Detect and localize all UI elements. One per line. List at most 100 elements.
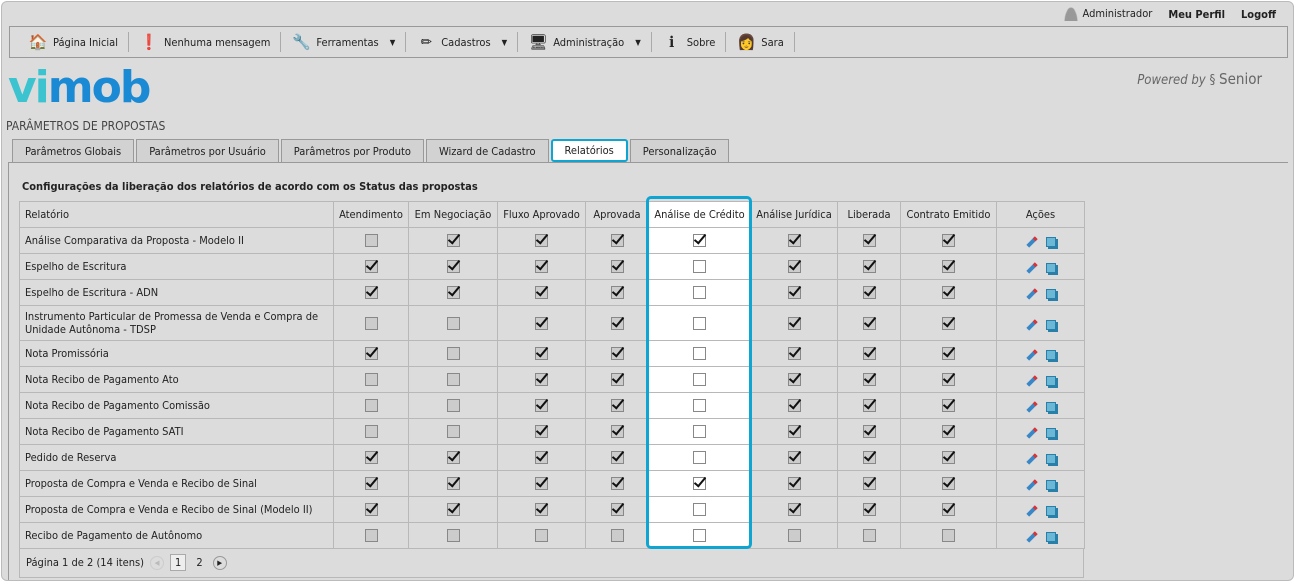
checkbox-checked[interactable] bbox=[787, 503, 801, 517]
checkbox-checked[interactable] bbox=[787, 286, 801, 300]
checkbox-checked[interactable] bbox=[942, 477, 955, 491]
checkbox-checked[interactable] bbox=[862, 373, 876, 387]
checkbox-checked[interactable] bbox=[364, 451, 378, 465]
checkbox-checked[interactable] bbox=[535, 477, 548, 491]
checkbox-unchecked[interactable] bbox=[693, 425, 706, 439]
checkbox-unchecked[interactable] bbox=[610, 529, 624, 543]
toolbar-item-sara[interactable]: 👩 Sara bbox=[726, 32, 795, 52]
page-2-button[interactable]: 2 bbox=[192, 555, 206, 570]
checkbox-checked[interactable] bbox=[942, 347, 955, 361]
edit-pencil-icon[interactable] bbox=[1025, 349, 1038, 361]
checkbox-checked[interactable] bbox=[942, 399, 955, 413]
checkbox-checked[interactable] bbox=[942, 503, 955, 517]
checkbox-unchecked[interactable] bbox=[693, 260, 706, 274]
checkbox-unchecked[interactable] bbox=[446, 425, 460, 439]
duplicate-icon[interactable] bbox=[1045, 480, 1056, 490]
toolbar-item-sobre[interactable]: ℹ Sobre bbox=[652, 32, 727, 52]
checkbox-unchecked[interactable] bbox=[942, 529, 955, 543]
duplicate-icon[interactable] bbox=[1045, 289, 1056, 299]
checkbox-checked[interactable] bbox=[942, 286, 955, 300]
duplicate-icon[interactable] bbox=[1045, 402, 1056, 412]
prev-page-button[interactable]: ◀ bbox=[150, 555, 165, 570]
tab-2[interactable]: Parâmetros por Produto bbox=[280, 139, 424, 162]
checkbox-checked[interactable] bbox=[610, 503, 624, 517]
edit-pencil-icon[interactable] bbox=[1025, 505, 1038, 517]
checkbox-unchecked[interactable] bbox=[693, 399, 706, 413]
checkbox-checked[interactable] bbox=[787, 316, 801, 330]
checkbox-unchecked[interactable] bbox=[364, 529, 378, 543]
edit-pencil-icon[interactable] bbox=[1025, 262, 1038, 274]
checkbox-unchecked[interactable] bbox=[693, 503, 706, 517]
duplicate-icon[interactable] bbox=[1045, 454, 1056, 464]
checkbox-checked[interactable] bbox=[862, 477, 876, 491]
checkbox-checked[interactable] bbox=[787, 260, 801, 274]
checkbox-unchecked[interactable] bbox=[364, 316, 378, 330]
checkbox-checked[interactable] bbox=[535, 503, 548, 517]
edit-pencil-icon[interactable] bbox=[1025, 288, 1038, 300]
duplicate-icon[interactable] bbox=[1045, 532, 1056, 542]
checkbox-unchecked[interactable] bbox=[446, 316, 460, 330]
checkbox-checked[interactable] bbox=[446, 451, 460, 465]
checkbox-unchecked[interactable] bbox=[693, 316, 706, 330]
toolbar-item-ferramentas[interactable]: 🔧 Ferramentas ▼ bbox=[281, 32, 407, 52]
checkbox-checked[interactable] bbox=[610, 260, 624, 274]
profile-link[interactable]: Meu Perfil bbox=[1168, 8, 1225, 21]
checkbox-checked[interactable] bbox=[446, 503, 460, 517]
edit-pencil-icon[interactable] bbox=[1025, 531, 1038, 543]
tab-5[interactable]: Personalização bbox=[629, 139, 730, 162]
checkbox-checked[interactable] bbox=[942, 234, 955, 248]
checkbox-checked[interactable] bbox=[535, 260, 548, 274]
checkbox-unchecked[interactable] bbox=[446, 529, 460, 543]
duplicate-icon[interactable] bbox=[1045, 506, 1056, 516]
checkbox-checked[interactable] bbox=[364, 347, 378, 361]
checkbox-checked[interactable] bbox=[535, 425, 548, 439]
checkbox-checked[interactable] bbox=[693, 234, 706, 248]
checkbox-checked[interactable] bbox=[446, 234, 460, 248]
checkbox-checked[interactable] bbox=[862, 234, 876, 248]
duplicate-icon[interactable] bbox=[1045, 428, 1056, 438]
tab-0[interactable]: Parâmetros Globais bbox=[12, 139, 135, 162]
checkbox-unchecked[interactable] bbox=[787, 529, 801, 543]
checkbox-checked[interactable] bbox=[942, 260, 955, 274]
checkbox-unchecked[interactable] bbox=[693, 286, 706, 300]
toolbar-item-p-gina-inicial[interactable]: 🏠 Página Inicial bbox=[18, 32, 129, 52]
checkbox-unchecked[interactable] bbox=[693, 529, 706, 543]
edit-pencil-icon[interactable] bbox=[1025, 427, 1038, 439]
checkbox-checked[interactable] bbox=[942, 425, 955, 439]
duplicate-icon[interactable] bbox=[1045, 237, 1056, 247]
tab-1[interactable]: Parâmetros por Usuário bbox=[136, 139, 279, 162]
logoff-link[interactable]: Logoff bbox=[1241, 8, 1276, 21]
checkbox-checked[interactable] bbox=[862, 425, 876, 439]
checkbox-unchecked[interactable] bbox=[693, 373, 706, 387]
checkbox-unchecked[interactable] bbox=[364, 373, 378, 387]
tab-3[interactable]: Wizard de Cadastro bbox=[425, 139, 549, 162]
checkbox-checked[interactable] bbox=[364, 286, 378, 300]
checkbox-checked[interactable] bbox=[535, 373, 548, 387]
checkbox-unchecked[interactable] bbox=[862, 529, 876, 543]
checkbox-checked[interactable] bbox=[535, 399, 548, 413]
checkbox-unchecked[interactable] bbox=[693, 451, 706, 465]
checkbox-checked[interactable] bbox=[862, 316, 876, 330]
checkbox-checked[interactable] bbox=[535, 286, 548, 300]
checkbox-unchecked[interactable] bbox=[364, 234, 378, 248]
checkbox-checked[interactable] bbox=[535, 451, 548, 465]
checkbox-checked[interactable] bbox=[862, 286, 876, 300]
tab-4[interactable]: Relatórios bbox=[550, 139, 628, 162]
checkbox-checked[interactable] bbox=[942, 373, 955, 387]
checkbox-checked[interactable] bbox=[862, 260, 876, 274]
edit-pencil-icon[interactable] bbox=[1025, 453, 1038, 465]
checkbox-checked[interactable] bbox=[610, 286, 624, 300]
edit-pencil-icon[interactable] bbox=[1025, 401, 1038, 413]
checkbox-checked[interactable] bbox=[787, 373, 801, 387]
checkbox-checked[interactable] bbox=[610, 477, 624, 491]
checkbox-checked[interactable] bbox=[446, 477, 460, 491]
checkbox-checked[interactable] bbox=[787, 425, 801, 439]
checkbox-checked[interactable] bbox=[862, 399, 876, 413]
toolbar-item-cadastros[interactable]: ✏ Cadastros ▼ bbox=[406, 32, 519, 52]
checkbox-checked[interactable] bbox=[787, 477, 801, 491]
checkbox-checked[interactable] bbox=[693, 477, 706, 491]
checkbox-checked[interactable] bbox=[610, 373, 624, 387]
checkbox-checked[interactable] bbox=[862, 451, 876, 465]
checkbox-checked[interactable] bbox=[535, 316, 548, 330]
user-link[interactable]: Administrador bbox=[1063, 7, 1152, 21]
